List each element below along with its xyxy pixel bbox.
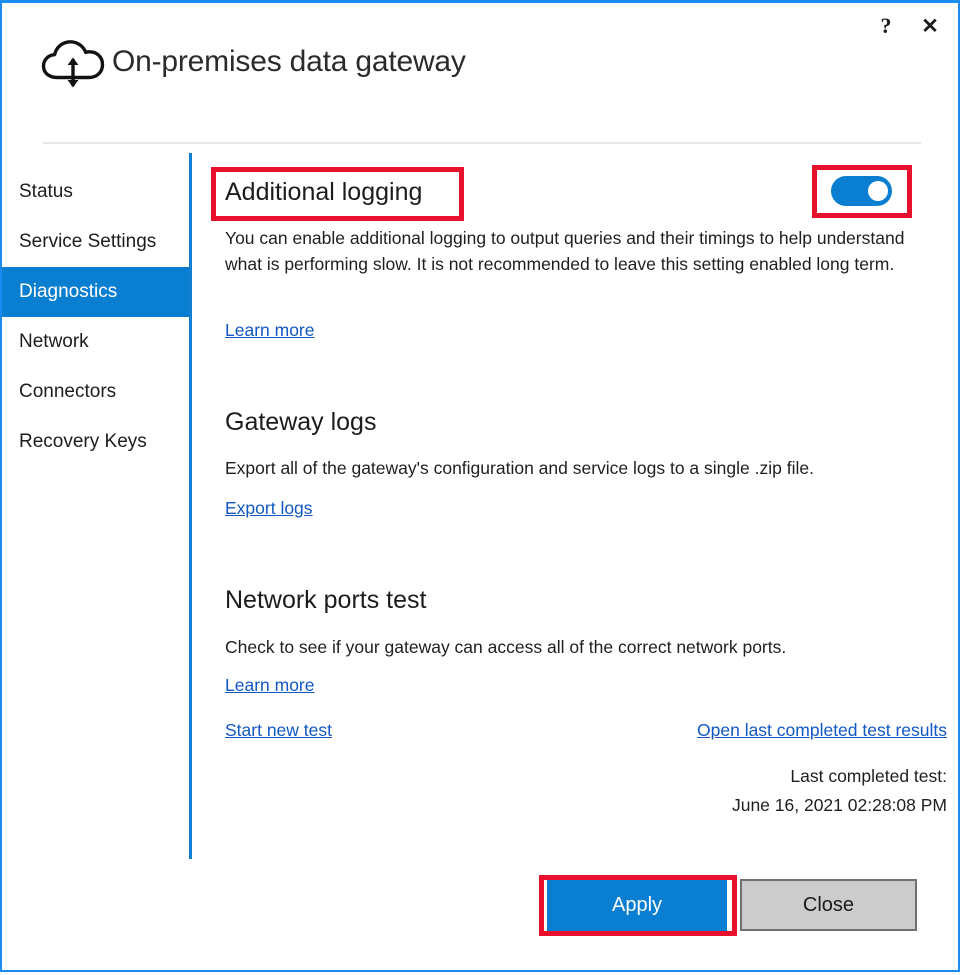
last-completed-test-timestamp: June 16, 2021 02:28:08 PM [732, 795, 947, 816]
sidebar-item-label: Diagnostics [19, 281, 117, 303]
close-window-button[interactable]: ✕ [908, 9, 952, 43]
additional-logging-description: You can enable additional logging to out… [225, 225, 915, 277]
sidebar-item-label: Connectors [19, 381, 116, 403]
open-last-test-results-link[interactable]: Open last completed test results [697, 720, 947, 741]
additional-logging-toggle[interactable] [831, 176, 892, 206]
sidebar-item-label: Network [19, 331, 89, 353]
diagnostics-panel: Additional logging You can enable additi… [192, 153, 960, 859]
help-button[interactable]: ? [864, 9, 908, 43]
sidebar-item-label: Recovery Keys [19, 431, 147, 453]
close-button[interactable]: Close [740, 879, 917, 931]
gateway-settings-window: On-premises data gateway ? ✕ Status Serv… [0, 0, 960, 972]
sidebar-item-network[interactable]: Network [2, 317, 189, 367]
sidebar-item-label: Status [19, 181, 73, 203]
close-icon: ✕ [921, 16, 939, 37]
titlebar-controls: ? ✕ [864, 9, 952, 43]
apply-button-label: Apply [612, 894, 662, 917]
apply-button[interactable]: Apply [547, 879, 727, 931]
network-ports-test-description: Check to see if your gateway can access … [225, 634, 915, 660]
last-completed-test-label: Last completed test: [790, 766, 947, 787]
page-title: On-premises data gateway [112, 45, 466, 79]
window-header: On-premises data gateway ? ✕ [2, 3, 958, 123]
sidebar-item-status[interactable]: Status [2, 167, 189, 217]
toggle-knob [868, 181, 888, 201]
additional-logging-heading: Additional logging [225, 178, 422, 207]
network-ports-test-heading: Network ports test [225, 586, 426, 615]
toggle-track [831, 176, 892, 206]
sidebar-item-recovery-keys[interactable]: Recovery Keys [2, 417, 189, 467]
start-new-test-link[interactable]: Start new test [225, 720, 332, 741]
cloud-sync-icon [40, 36, 106, 90]
network-ports-test-learn-more-link[interactable]: Learn more [225, 675, 315, 696]
sidebar-item-diagnostics[interactable]: Diagnostics [2, 267, 189, 317]
sidebar-spacer [2, 153, 189, 167]
sidebar-item-connectors[interactable]: Connectors [2, 367, 189, 417]
additional-logging-learn-more-link[interactable]: Learn more [225, 320, 315, 341]
header-divider [43, 142, 921, 144]
sidebar-item-service-settings[interactable]: Service Settings [2, 217, 189, 267]
dialog-footer: Apply Close [2, 859, 960, 975]
sidebar-navigation: Status Service Settings Diagnostics Netw… [2, 153, 189, 859]
gateway-logs-heading: Gateway logs [225, 408, 376, 437]
gateway-logs-description: Export all of the gateway's configuratio… [225, 455, 915, 481]
question-mark-icon: ? [881, 15, 892, 37]
sidebar-item-label: Service Settings [19, 231, 156, 253]
close-button-label: Close [803, 894, 854, 917]
export-logs-link[interactable]: Export logs [225, 498, 313, 519]
